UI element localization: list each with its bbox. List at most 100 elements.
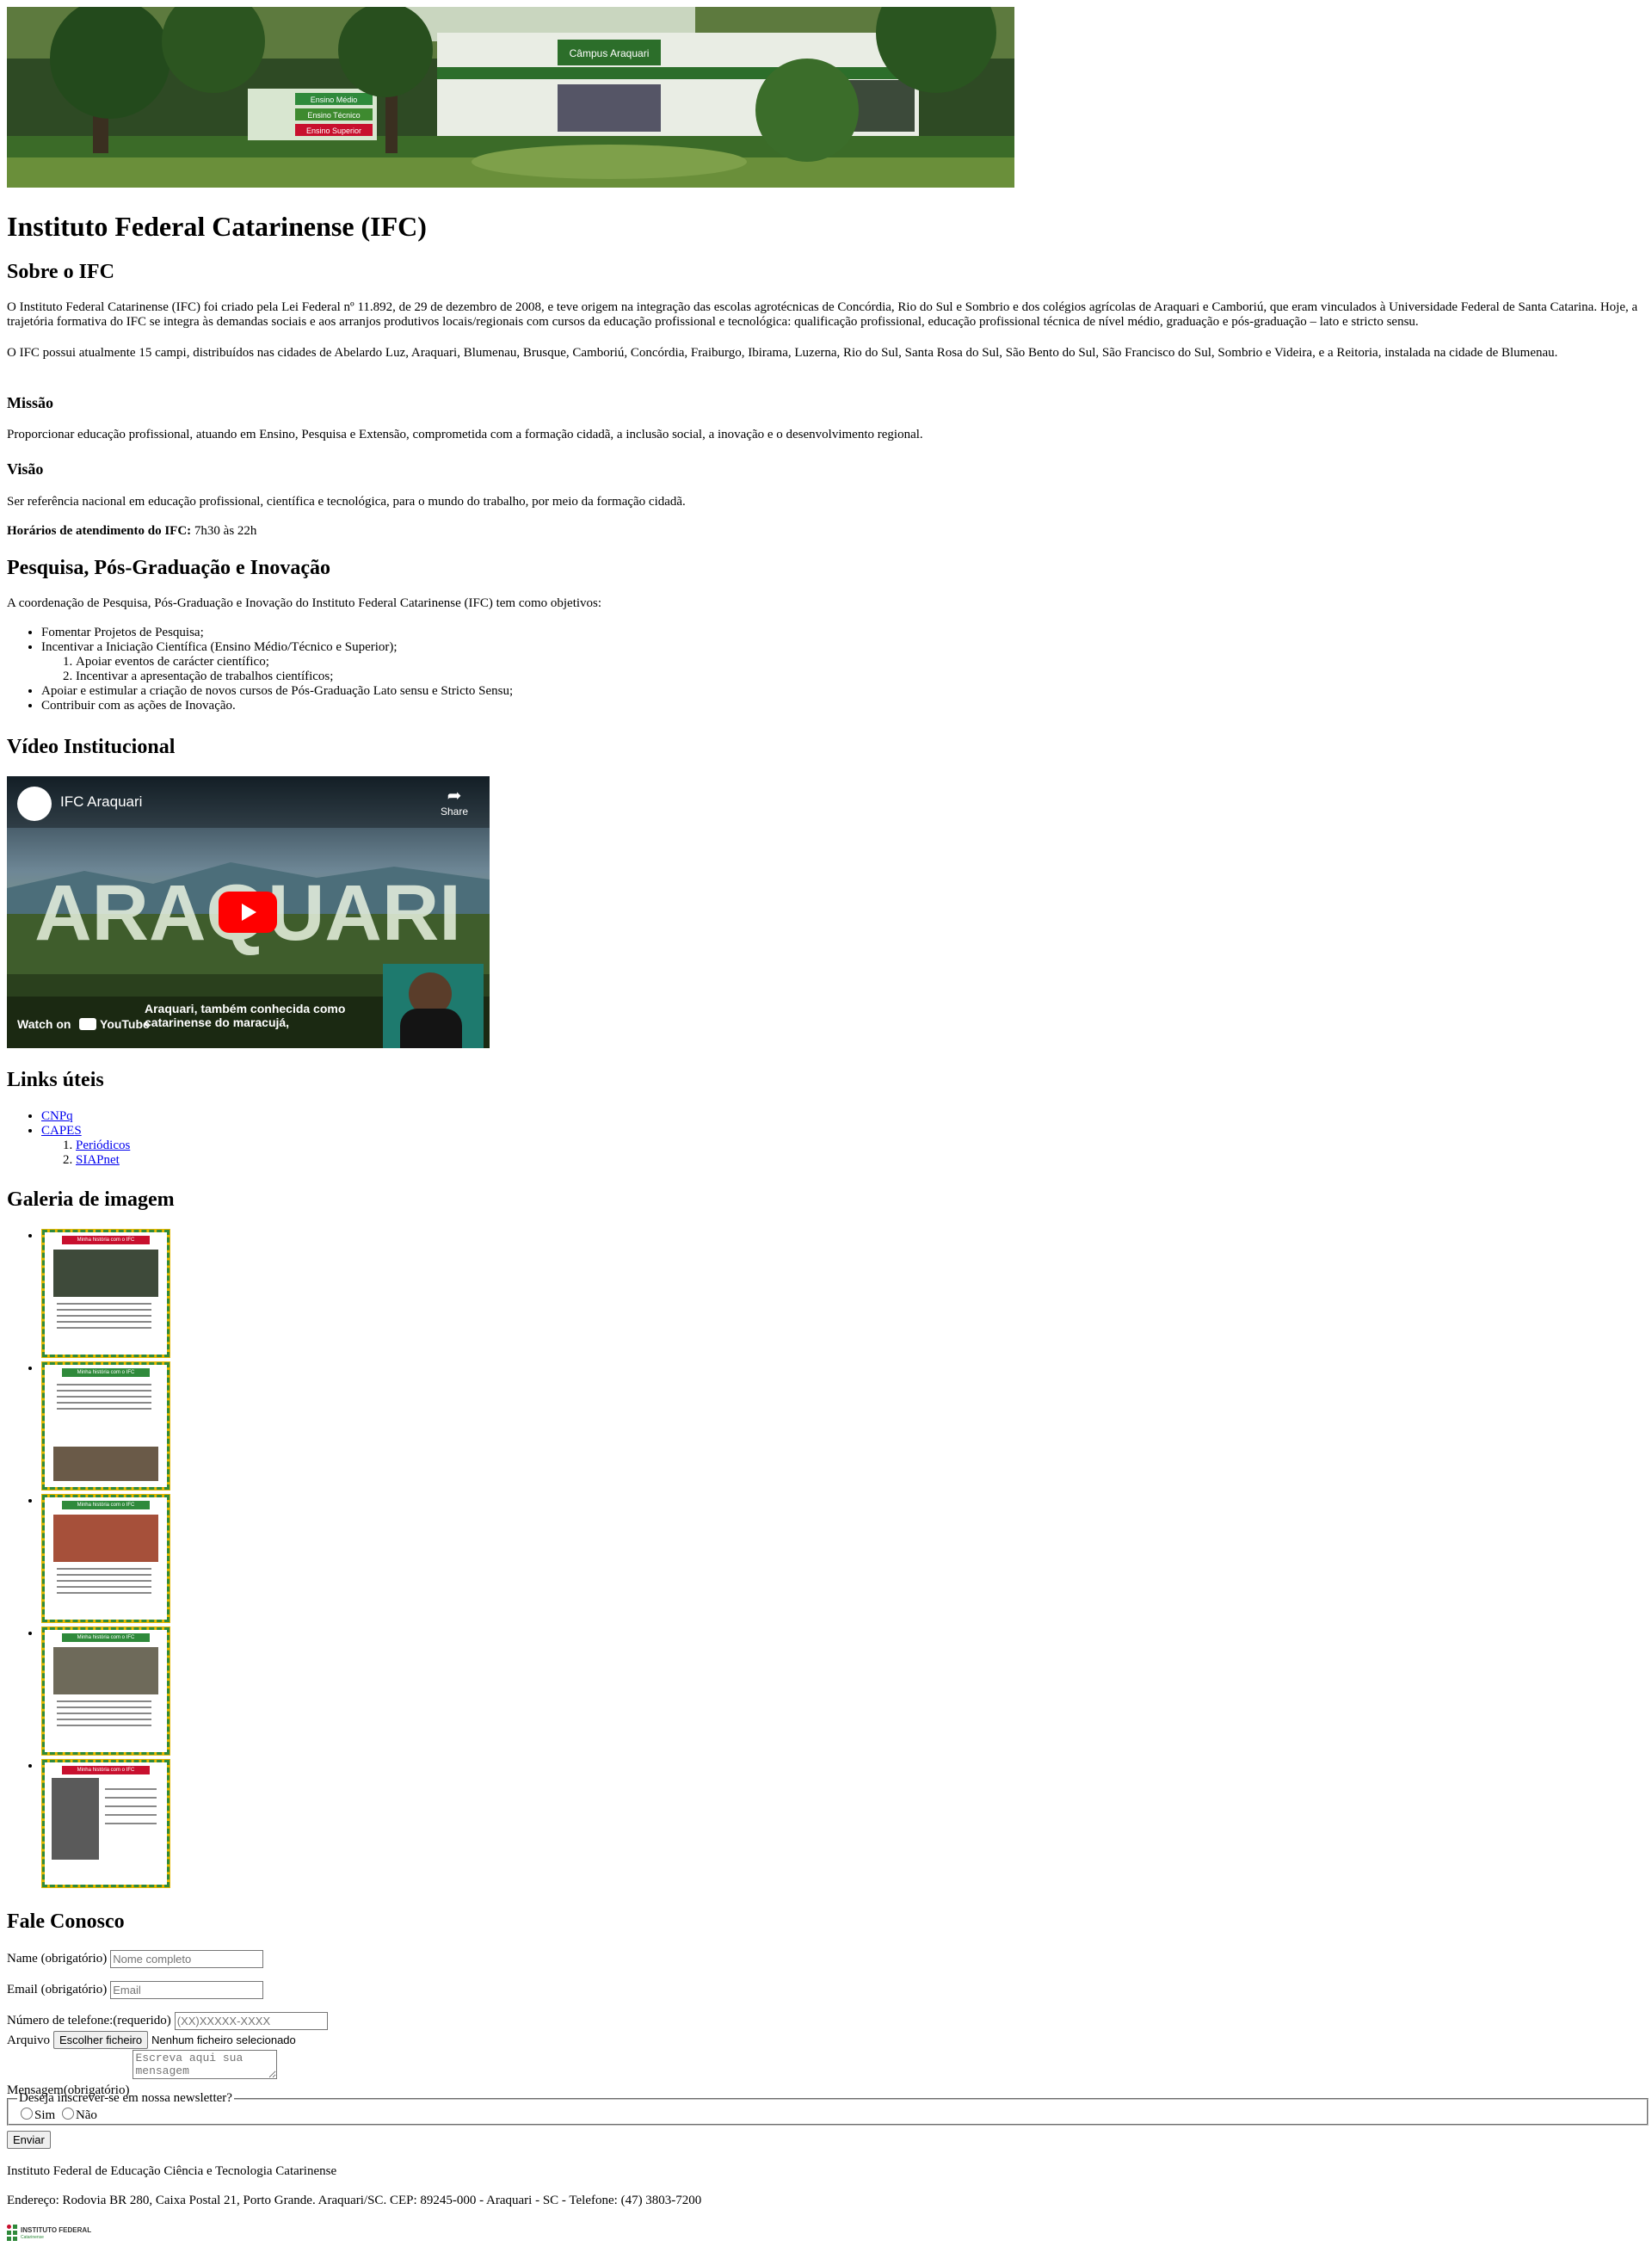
phone-row: Número de telefone:(requerido): [7, 2012, 1645, 2030]
list-item: CNPq: [41, 1109, 1645, 1124]
share-label: Share: [440, 805, 469, 818]
link-cnpq[interactable]: CNPq: [41, 1109, 73, 1123]
email-label: Email (obrigatório): [7, 1983, 108, 1997]
missao-text: Proporcionar educação profissional, atua…: [7, 428, 923, 441]
gallery-text-line: [57, 1586, 151, 1588]
useful-links-list: CNPq CAPES Periódicos SIAPnet: [7, 1109, 1645, 1168]
channel-name[interactable]: IFC Araquari: [60, 793, 142, 811]
gallery-thumbnail-image[interactable]: Minha história com o IFC: [41, 1229, 170, 1358]
email-input[interactable]: [110, 1981, 264, 1999]
horarios-line: Horários de atendimento do IFC: 7h30 às …: [7, 524, 1645, 539]
submit-button[interactable]: Enviar: [7, 2131, 51, 2149]
list-item: Incentivar a Iniciação Científica (Ensin…: [41, 640, 1645, 684]
gallery-item[interactable]: Minha história com o IFC: [41, 1361, 1645, 1494]
radio-no[interactable]: [61, 2108, 74, 2120]
gallery-photo: [53, 1447, 158, 1481]
gallery-text-line: [57, 1713, 151, 1714]
list-item: Contribuir com as ações de Inovação.: [41, 699, 1645, 713]
file-label: Arquivo: [7, 2034, 50, 2047]
phone-label: Número de telefone:(requerido): [7, 2014, 171, 2028]
gallery-photo: [52, 1778, 99, 1860]
gallery-text-line: [57, 1327, 151, 1329]
choose-file-button[interactable]: Escolher ficheiro: [53, 2031, 149, 2049]
phone-input[interactable]: [174, 2012, 328, 2030]
campus-sign-text: Câmpus Araquari: [570, 47, 650, 59]
gallery-thumbnail-image[interactable]: Minha história com o IFC: [41, 1361, 170, 1490]
radio-yes[interactable]: [21, 2108, 33, 2120]
gallery-photo: [53, 1647, 158, 1694]
gallery-text-line: [57, 1408, 151, 1410]
channel-avatar[interactable]: [17, 787, 52, 821]
board-line-2: Ensino Técnico: [307, 111, 360, 120]
watch-on-youtube-button[interactable]: Watch on YouTube: [17, 1017, 150, 1031]
sobre-paragraph-1: O Instituto Federal Catarinense (IFC) fo…: [7, 300, 1638, 329]
message-row: Mensagem(obrigatório): [7, 2050, 1645, 2097]
section-heading-pesquisa: Pesquisa, Pós-Graduação e Inovação: [7, 557, 331, 579]
gallery-thumbnail-image[interactable]: Minha história com o IFC: [41, 1626, 170, 1756]
link-capes[interactable]: CAPES: [41, 1124, 82, 1138]
gallery-item[interactable]: Minha história com o IFC: [41, 1229, 1645, 1361]
gallery-photo: [53, 1515, 158, 1562]
gallery-text-line: [57, 1402, 151, 1404]
youtube-wordmark: YouTube: [100, 1017, 150, 1031]
gallery-text-line: [57, 1574, 151, 1576]
gallery-text-line: [105, 1788, 157, 1790]
list-subitem: SIAPnet: [76, 1153, 1645, 1168]
gallery-text-line: [57, 1706, 151, 1708]
list-item: Apoiar e estimular a criação de novos cu…: [41, 684, 1645, 699]
gallery-tag: Minha história com o IFC: [62, 1368, 150, 1377]
radio-yes-label[interactable]: Sim: [34, 2108, 55, 2122]
horarios-label: Horários de atendimento do IFC:: [7, 524, 192, 538]
list-item-text: Incentivar a Iniciação Científica (Ensin…: [41, 640, 398, 654]
message-textarea[interactable]: [133, 2050, 278, 2079]
gallery-tag: Minha história com o IFC: [62, 1633, 150, 1642]
contact-form: Name (obrigatório): [7, 1950, 1645, 1968]
gallery-text-line: [105, 1814, 157, 1816]
watch-on-label: Watch on: [17, 1017, 71, 1031]
play-button[interactable]: [219, 892, 277, 933]
list-item: CAPES Periódicos SIAPnet: [41, 1124, 1645, 1168]
newsletter-legend: Deseja inscrever-se em nossa newsletter?: [19, 2091, 232, 2105]
gallery-text-line: [57, 1592, 151, 1594]
link-periodicos[interactable]: Periódicos: [76, 1139, 130, 1152]
interpreter-inset: [383, 964, 484, 1048]
newsletter-fieldset: Deseja inscrever-se em nossa newsletter?…: [7, 2091, 1649, 2126]
gallery-photo: [53, 1250, 158, 1297]
ifc-logo-text: INSTITUTO FEDERAL: [21, 2226, 92, 2234]
youtube-logo-icon: [79, 1018, 97, 1030]
list-subitem: Apoiar eventos de carácter científico;: [76, 655, 1645, 670]
section-heading-contato: Fale Conosco: [7, 1910, 125, 1933]
gallery-item[interactable]: Minha história com o IFC: [41, 1626, 1645, 1759]
list-subitem: Incentivar a apresentação de trabalhos c…: [76, 670, 1645, 684]
caption-line-2: catarinense do maracujá,: [145, 1015, 290, 1029]
gallery-text-line: [105, 1797, 157, 1799]
radio-no-label[interactable]: Não: [76, 2108, 97, 2122]
gallery-text-line: [57, 1303, 151, 1305]
file-row: Arquivo Escolher ficheiro Nenhum ficheir…: [7, 2031, 1645, 2049]
board-line-3: Ensino Superior: [306, 127, 361, 135]
sobre-paragraph-2: O IFC possui atualmente 15 campi, distri…: [7, 346, 1558, 360]
gallery-text-line: [57, 1309, 151, 1311]
gallery-text-line: [57, 1384, 151, 1386]
image-gallery: Minha história com o IFC Minha história c…: [7, 1229, 1645, 1892]
gallery-thumbnail-image[interactable]: Minha história com o IFC: [41, 1494, 170, 1623]
page-title: Instituto Federal Catarinense (IFC): [7, 211, 427, 242]
gallery-item[interactable]: Minha história com o IFC: [41, 1759, 1645, 1892]
pesquisa-objectives-list: Fomentar Projetos de Pesquisa; Incentiva…: [7, 626, 1645, 713]
share-icon: ➦: [447, 787, 462, 805]
section-heading-links: Links úteis: [7, 1069, 104, 1091]
name-input[interactable]: [110, 1950, 264, 1968]
visao-heading: Visão: [7, 460, 44, 478]
institutional-video-embed[interactable]: ARAQUARI IFC Araquari ➦ Share Araquari, …: [7, 776, 490, 1048]
gallery-text-line: [105, 1823, 157, 1824]
gallery-item[interactable]: Minha história com o IFC: [41, 1494, 1645, 1626]
share-button[interactable]: ➦ Share: [434, 787, 475, 818]
link-siapnet[interactable]: SIAPnet: [76, 1153, 120, 1167]
submit-row: Enviar: [7, 2131, 1645, 2149]
gallery-thumbnail-image[interactable]: Minha história com o IFC: [41, 1759, 170, 1888]
section-heading-sobre: Sobre o IFC: [7, 261, 114, 283]
gallery-text-line: [57, 1719, 151, 1720]
name-label: Name (obrigatório): [7, 1952, 108, 1966]
play-icon: [242, 904, 256, 921]
gallery-text-line: [57, 1321, 151, 1323]
